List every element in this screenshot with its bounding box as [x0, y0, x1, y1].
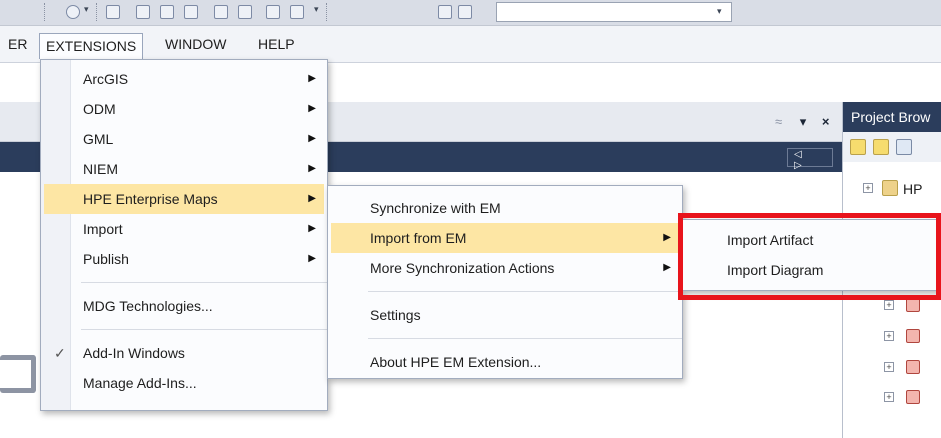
menu-item-manage-add-ins[interactable]: Manage Add-Ins... — [41, 368, 327, 398]
note-icon[interactable] — [214, 5, 228, 19]
submenu-arrow-icon: ▶ — [663, 232, 671, 243]
menu-item-import[interactable]: Import ▶ — [41, 214, 327, 244]
package-icon — [906, 298, 920, 312]
submenu-arrow-icon: ▶ — [308, 223, 316, 234]
menu-item-hpe-enterprise-maps[interactable]: HPE Enterprise Maps ▶ — [44, 184, 324, 214]
menu-help[interactable]: HELP — [252, 34, 301, 56]
document-window-controls: ≈ ▾ × — [775, 114, 830, 130]
menu-item-label: HPE Enterprise Maps — [83, 191, 218, 207]
new-diagram-icon[interactable] — [896, 139, 912, 155]
menu-item-add-in-windows[interactable]: ✓ Add-In Windows — [41, 338, 327, 368]
menu-item-import-from-em[interactable]: Import from EM ▶ — [331, 223, 679, 253]
expand-icon[interactable]: + — [884, 392, 894, 402]
pin-icon[interactable]: ≈ — [775, 114, 782, 129]
menu-item-label: NIEM — [83, 161, 118, 177]
menu-item-label: Publish — [83, 251, 129, 267]
menu-item-synchronize-with-em[interactable]: Synchronize with EM — [328, 193, 682, 223]
menu-item-label: More Synchronization Actions — [370, 260, 555, 276]
table-icon[interactable] — [438, 5, 452, 19]
menu-item-settings[interactable]: Settings — [328, 300, 682, 330]
submenu-arrow-icon: ▶ — [308, 163, 316, 174]
diagram-shape — [0, 355, 36, 393]
submenu-arrow-icon: ▶ — [308, 193, 316, 204]
expand-icon[interactable]: + — [884, 362, 894, 372]
package-icon — [906, 329, 920, 343]
target-icon[interactable] — [66, 5, 80, 19]
menu-item-label: ArcGIS — [83, 71, 129, 87]
chevron-down-icon[interactable]: ▾ — [314, 4, 319, 15]
tab-scroll-arrows[interactable]: ◁ ▷ — [787, 148, 833, 171]
menu-separator — [368, 291, 682, 292]
submenu-arrow-icon: ▶ — [308, 103, 316, 114]
menu-separator — [81, 329, 327, 330]
menu-item-label: ODM — [83, 101, 116, 117]
chevron-down-icon[interactable]: ▾ — [84, 4, 89, 15]
menu-item-label: Import — [83, 221, 123, 237]
font-icon[interactable] — [184, 5, 198, 19]
image-icon[interactable] — [136, 5, 150, 19]
menu-item-publish[interactable]: Publish ▶ — [41, 244, 327, 274]
toolbar-combo-input[interactable] — [496, 2, 732, 22]
expand-icon[interactable]: + — [884, 331, 894, 341]
menu-item-label: Add-In Windows — [83, 345, 185, 361]
toolbar: ▾ ▾ ▾ — [0, 0, 941, 26]
submenu-arrow-icon: ▶ — [308, 253, 316, 264]
menu-item-label: GML — [83, 131, 114, 147]
menu-er[interactable]: ER — [2, 34, 33, 56]
menu-separator — [81, 282, 327, 283]
tree-item-label[interactable]: HP — [903, 181, 922, 197]
hpe-menu-items: Synchronize with EM Import from EM ▶ Mor… — [328, 193, 682, 377]
menu-item-about-hpe-em-extension[interactable]: About HPE EM Extension... — [328, 347, 682, 377]
close-icon[interactable]: × — [822, 114, 830, 129]
expand-icon[interactable]: + — [884, 300, 894, 310]
project-browser-title[interactable]: Project Brow — [843, 102, 941, 132]
menu-item-arcgis[interactable]: ArcGIS ▶ — [41, 64, 327, 94]
package-icon — [906, 360, 920, 374]
extensions-menu-items: ArcGIS ▶ ODM ▶ GML ▶ NIEM ▶ HPE Enterprise Maps ▶… — [41, 64, 327, 398]
grid-icon[interactable] — [458, 5, 472, 19]
menu-extensions[interactable]: EXTENSIONS — [39, 33, 144, 59]
menu-item-gml[interactable]: GML ▶ — [41, 124, 327, 154]
submenu-arrow-icon: ▶ — [308, 133, 316, 144]
new-model-icon[interactable] — [850, 139, 866, 155]
highlight-callout-frame — [678, 213, 941, 300]
toolbar-grip[interactable] — [96, 3, 98, 21]
expand-icon[interactable]: + — [863, 183, 873, 193]
check-icon: ✓ — [54, 345, 66, 361]
new-package-icon[interactable] — [873, 139, 889, 155]
menu-item-odm[interactable]: ODM ▶ — [41, 94, 327, 124]
chevron-down-icon[interactable]: ▾ — [717, 6, 722, 17]
brush-icon[interactable] — [290, 5, 304, 19]
menu-item-more-synchronization-actions[interactable]: More Synchronization Actions ▶ — [328, 253, 682, 283]
text-block-icon[interactable] — [160, 5, 174, 19]
menu-window[interactable]: WINDOW — [159, 34, 232, 56]
dropdown-icon[interactable]: ▾ — [800, 114, 807, 129]
submenu-arrow-icon: ▶ — [308, 73, 316, 84]
menu-separator — [368, 338, 682, 339]
menu-bar: ER EXTENSIONS WINDOW HELP — [0, 26, 941, 63]
menu-item-label: Import from EM — [370, 230, 467, 246]
toolbar-grip[interactable] — [44, 3, 46, 21]
package-icon — [906, 390, 920, 404]
submenu-arrow-icon: ▶ — [663, 262, 671, 273]
chart-icon[interactable] — [238, 5, 252, 19]
package-icon — [882, 180, 898, 196]
list-icon[interactable] — [106, 5, 120, 19]
toolbar-grip[interactable] — [326, 3, 328, 21]
menu-item-niem[interactable]: NIEM ▶ — [41, 154, 327, 184]
palette-icon[interactable] — [266, 5, 280, 19]
menu-item-mdg-technologies[interactable]: MDG Technologies... — [41, 291, 327, 321]
